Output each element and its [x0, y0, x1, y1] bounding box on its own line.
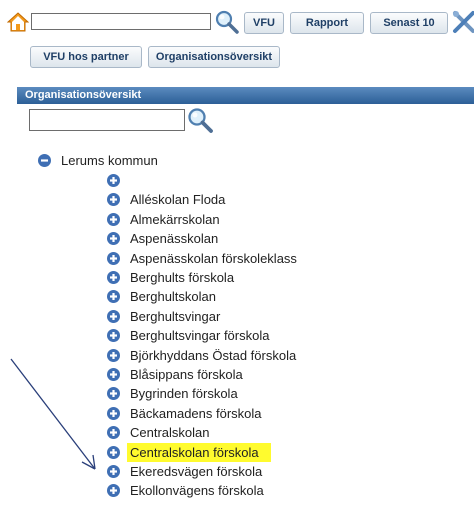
tree-item[interactable]: Björkhyddans Östad förskola — [107, 346, 447, 366]
vfu-hos-partner-button[interactable]: VFU hos partner — [30, 46, 142, 68]
vfu-button[interactable]: VFU — [244, 12, 284, 34]
tree-item[interactable]: Centralskolan — [107, 423, 447, 443]
tree-item-label[interactable]: Aspenässkolan — [130, 230, 218, 247]
senast-10-button[interactable]: Senast 10 — [370, 12, 448, 34]
tree-root[interactable]: Lerums kommun — [38, 151, 338, 171]
tree-item-label[interactable]: Bäckamadens förskola — [130, 405, 262, 422]
expand-icon[interactable] — [107, 349, 120, 362]
tree-item[interactable]: Berghultskolan — [107, 287, 447, 307]
expand-icon[interactable] — [107, 271, 120, 284]
expand-icon[interactable] — [107, 387, 120, 400]
tree-item[interactable]: Bäckamadens förskola — [107, 404, 447, 424]
tree-item-label[interactable]: Alléskolan Floda — [130, 191, 225, 208]
expand-icon[interactable] — [107, 446, 120, 459]
tree-item-label[interactable]: Ekollonvägens förskola — [130, 482, 264, 499]
expand-icon[interactable] — [107, 174, 120, 187]
org-search-input[interactable] — [29, 109, 185, 131]
tree-item[interactable]: Aspenässkolan förskoleklass — [107, 249, 447, 269]
rapport-button[interactable]: Rapport — [290, 12, 364, 34]
tree-item-label[interactable]: Bygrinden förskola — [130, 385, 238, 402]
tree-item[interactable]: Berghults förskola — [107, 268, 447, 288]
search-icon[interactable] — [214, 9, 240, 35]
panel-title: Organisationsöversikt — [17, 87, 474, 104]
tree-item[interactable]: Almekärrskolan — [107, 210, 447, 230]
tree-item[interactable]: Berghultsvingar — [107, 307, 447, 327]
expand-icon[interactable] — [107, 193, 120, 206]
top-search-input[interactable] — [31, 13, 211, 30]
tree-item[interactable]: Ekollonvägens förskola — [107, 481, 447, 501]
expand-icon[interactable] — [107, 310, 120, 323]
tree-item[interactable]: Ekeredsvägen förskola — [107, 462, 447, 482]
tree-item-label[interactable]: Aspenässkolan förskoleklass — [130, 250, 297, 267]
tree-item-label[interactable]: Centralskolan — [130, 424, 210, 441]
tree-item-label-highlighted[interactable]: Centralskolan förskola — [127, 443, 271, 462]
expand-icon[interactable] — [107, 368, 120, 381]
expand-icon[interactable] — [107, 290, 120, 303]
tree-item[interactable] — [107, 171, 447, 191]
expand-icon[interactable] — [107, 407, 120, 420]
tree-item[interactable]: Aspenässkolan — [107, 229, 447, 249]
tree-item-label[interactable]: Berghultsvingar — [130, 308, 220, 325]
tree-root-label: Lerums kommun — [61, 153, 158, 168]
expand-icon[interactable] — [107, 329, 120, 342]
tree-item-label[interactable]: Almekärrskolan — [130, 211, 220, 228]
home-icon[interactable] — [7, 11, 29, 33]
expand-icon[interactable] — [107, 252, 120, 265]
organisationsoversikt-button[interactable]: Organisationsöversikt — [148, 46, 280, 68]
top-toolbar: VFU Rapport Senast 10 — [0, 0, 474, 46]
expand-icon[interactable] — [107, 213, 120, 226]
tree-item[interactable]: Centralskolan förskola — [107, 443, 447, 463]
tree-item-label[interactable]: Berghultsvingar förskola — [130, 327, 269, 344]
tools-icon[interactable] — [451, 9, 474, 35]
tree-item[interactable]: Bygrinden förskola — [107, 384, 447, 404]
expand-icon[interactable] — [107, 426, 120, 439]
tree-item[interactable]: Alléskolan Floda — [107, 190, 447, 210]
tree-item-label[interactable]: Ekeredsvägen förskola — [130, 463, 262, 480]
tree-item-label[interactable]: Björkhyddans Östad förskola — [130, 347, 296, 364]
expand-icon[interactable] — [107, 232, 120, 245]
tree-item[interactable]: Blåsippans förskola — [107, 365, 447, 385]
search-icon[interactable] — [186, 106, 214, 134]
tree-item-label[interactable]: Berghultskolan — [130, 288, 216, 305]
collapse-icon[interactable] — [38, 154, 51, 167]
tree-item-label[interactable]: Berghults förskola — [130, 269, 234, 286]
expand-icon[interactable] — [107, 484, 120, 497]
tree-item-label[interactable]: Blåsippans förskola — [130, 366, 243, 383]
tree-item[interactable]: Berghultsvingar förskola — [107, 326, 447, 346]
expand-icon[interactable] — [107, 465, 120, 478]
